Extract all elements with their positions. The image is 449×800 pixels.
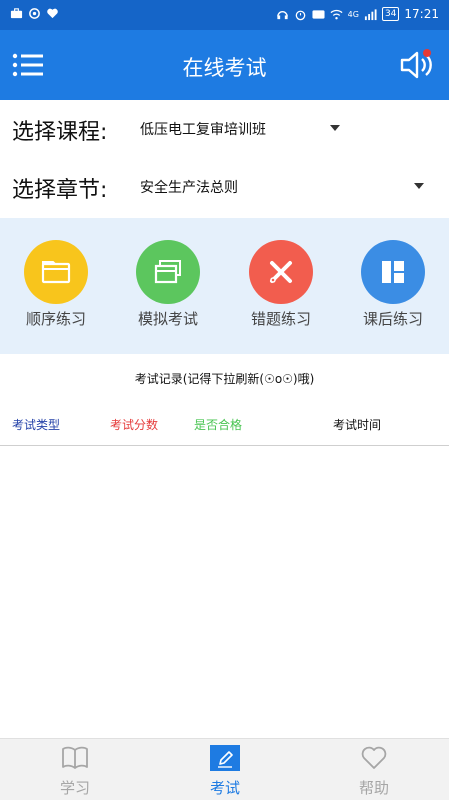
dropdown-arrow-icon[interactable] (414, 183, 424, 189)
book-icon (62, 746, 88, 769)
briefcase-icon (10, 8, 23, 19)
nav-label: 考试 (209, 779, 240, 797)
headset-icon (276, 10, 288, 19)
status-bar: 4G 34 17:21 (0, 0, 449, 30)
wrong-questions-tile[interactable]: 错题练习 (231, 240, 331, 340)
heart-icon (361, 746, 387, 769)
chapter-value[interactable]: 安全生产法总则 (140, 177, 238, 197)
sound-button[interactable] (399, 48, 437, 82)
column-exam-time: 考试时间 (333, 418, 382, 432)
status-left-icons (10, 7, 59, 20)
edit-icon (210, 745, 240, 771)
column-exam-score: 考试分数 (110, 418, 159, 432)
nav-item-study[interactable]: 学习 (0, 739, 150, 800)
hd-icon (312, 9, 325, 19)
notification-dot (423, 49, 431, 57)
tile-icon-circle (361, 240, 425, 304)
app-header: 在线考试 (0, 30, 449, 100)
exam-record-table-header: 考试类型 考试分数 是否合格 考试时间 (0, 414, 449, 446)
tile-label: 错题练习 (250, 310, 311, 328)
after-class-practice-tile[interactable]: 课后练习 (343, 240, 443, 340)
tile-icon-circle (136, 240, 200, 304)
cross-icon (270, 261, 292, 283)
signal-icon (364, 8, 377, 20)
column-pass-status: 是否合格 (194, 418, 243, 432)
grid-icon (382, 261, 404, 283)
wifi-icon (330, 9, 343, 19)
course-value[interactable]: 低压电工复审培训班 (140, 119, 266, 139)
status-right-icons: 4G 34 17:21 (276, 7, 439, 21)
alarm-icon (295, 10, 305, 20)
sequential-practice-tile[interactable]: 顺序练习 (6, 240, 106, 340)
bottom-navigation: 学习 考试 帮助 (0, 738, 449, 800)
clock: 17:21 (404, 7, 439, 21)
nav-item-help[interactable]: 帮助 (299, 739, 449, 800)
tile-label: 顺序练习 (25, 310, 86, 328)
tile-icon-circle (24, 240, 88, 304)
course-label: 选择课程: (12, 120, 108, 145)
nav-label: 帮助 (358, 779, 389, 797)
nav-label: 学习 (59, 779, 90, 797)
page-title: 在线考试 (182, 56, 267, 80)
column-exam-type: 考试类型 (12, 418, 61, 432)
dropdown-arrow-icon[interactable] (330, 125, 340, 131)
network-label: 4G (347, 9, 359, 19)
mock-exam-tile[interactable]: 模拟考试 (118, 240, 218, 340)
tile-label: 模拟考试 (137, 310, 198, 328)
tile-icon-circle (249, 240, 313, 304)
heart-status-icon (47, 8, 58, 19)
folder-icon (41, 261, 71, 284)
practice-tiles: 顺序练习 模拟考试 错题练习 课后练习 (0, 218, 449, 354)
exam-record-title: 考试记录(记得下拉刷新(☉o☉)哦) (134, 372, 315, 386)
chapter-label: 选择章节: (12, 178, 108, 203)
speaker-icon (400, 49, 432, 79)
chapter-selector[interactable]: 选择章节: 安全生产法总则 (0, 160, 449, 216)
stack-icon (154, 260, 181, 284)
tile-label: 课后练习 (362, 310, 423, 328)
sync-icon (29, 8, 40, 19)
course-selector[interactable]: 选择课程: 低压电工复审培训班 (0, 102, 449, 158)
battery-level: 34 (381, 7, 400, 21)
nav-item-exam[interactable]: 考试 (150, 739, 300, 800)
